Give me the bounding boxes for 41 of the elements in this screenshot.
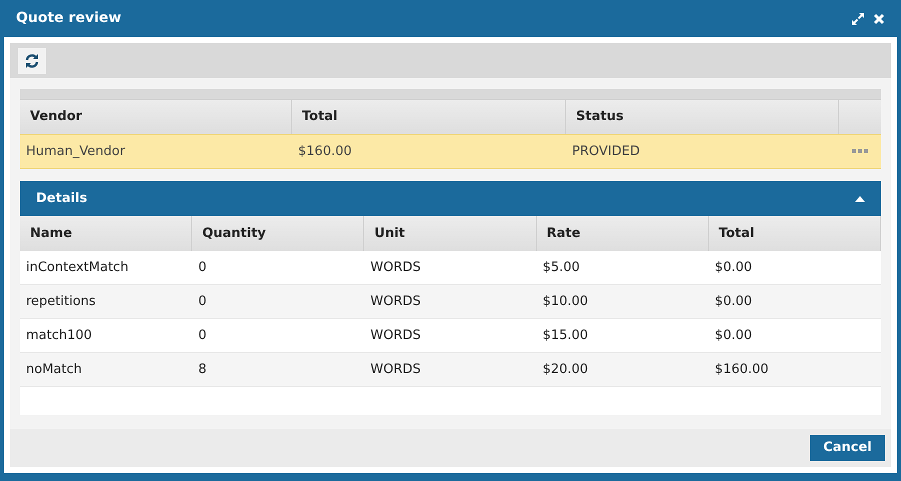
table-cell-text: WORDS	[369, 258, 422, 277]
column-header[interactable]: Unit	[374, 224, 405, 244]
refresh-button[interactable]	[18, 48, 46, 74]
table-cell-text: $0.00	[714, 326, 754, 345]
table-cell-text: $0.00	[714, 292, 754, 311]
table-cell-text: 0	[197, 258, 208, 277]
details-header[interactable]: Details	[20, 181, 881, 216]
column-header[interactable]: Quantity	[202, 224, 266, 244]
collapse-caret-icon	[855, 196, 865, 202]
column-header[interactable]: Name	[30, 224, 72, 244]
table-cell-text: inContextMatch	[25, 258, 130, 277]
table-cell-text: $160.00	[297, 142, 353, 161]
table-cell-text: match100	[25, 326, 93, 345]
cancel-button[interactable]: Cancel	[810, 435, 885, 461]
table-cell-text: WORDS	[369, 292, 422, 311]
table-cell-text: $20.00	[542, 360, 590, 379]
table-cell-text: WORDS	[369, 360, 422, 379]
table-cell-text: noMatch	[25, 360, 83, 379]
column-header[interactable]: Status	[576, 107, 624, 127]
table-cell-text: WORDS	[369, 326, 422, 345]
column-header[interactable]: Total	[718, 224, 754, 244]
table-cell-text: $10.00	[542, 292, 590, 311]
window-title: Quote review	[16, 9, 122, 28]
maximize-icon[interactable]	[851, 12, 865, 26]
table-cell-text: 0	[197, 292, 208, 311]
table-cell-text: Human_Vendor	[25, 142, 126, 161]
table-cell-text: 8	[197, 360, 208, 379]
section-title: Details	[36, 190, 88, 208]
column-header[interactable]: Vendor	[30, 107, 82, 127]
table-cell-text: $0.00	[714, 258, 754, 277]
table-cell-text: $15.00	[542, 326, 590, 345]
table-cell-text: $5.00	[542, 258, 581, 277]
table-cell-text: $160.00	[714, 360, 770, 379]
refresh-icon	[24, 52, 40, 68]
close-icon[interactable]	[873, 12, 885, 24]
table-cell-text: PROVIDED	[571, 142, 641, 161]
table-row[interactable]: Human_Vendor $160.00 PROVIDED	[20, 134, 881, 169]
column-header[interactable]: Total	[302, 107, 338, 127]
column-header[interactable]: Rate	[546, 224, 580, 244]
table-cell-text: repetitions	[25, 292, 97, 311]
table-cell-text: 0	[197, 326, 208, 345]
